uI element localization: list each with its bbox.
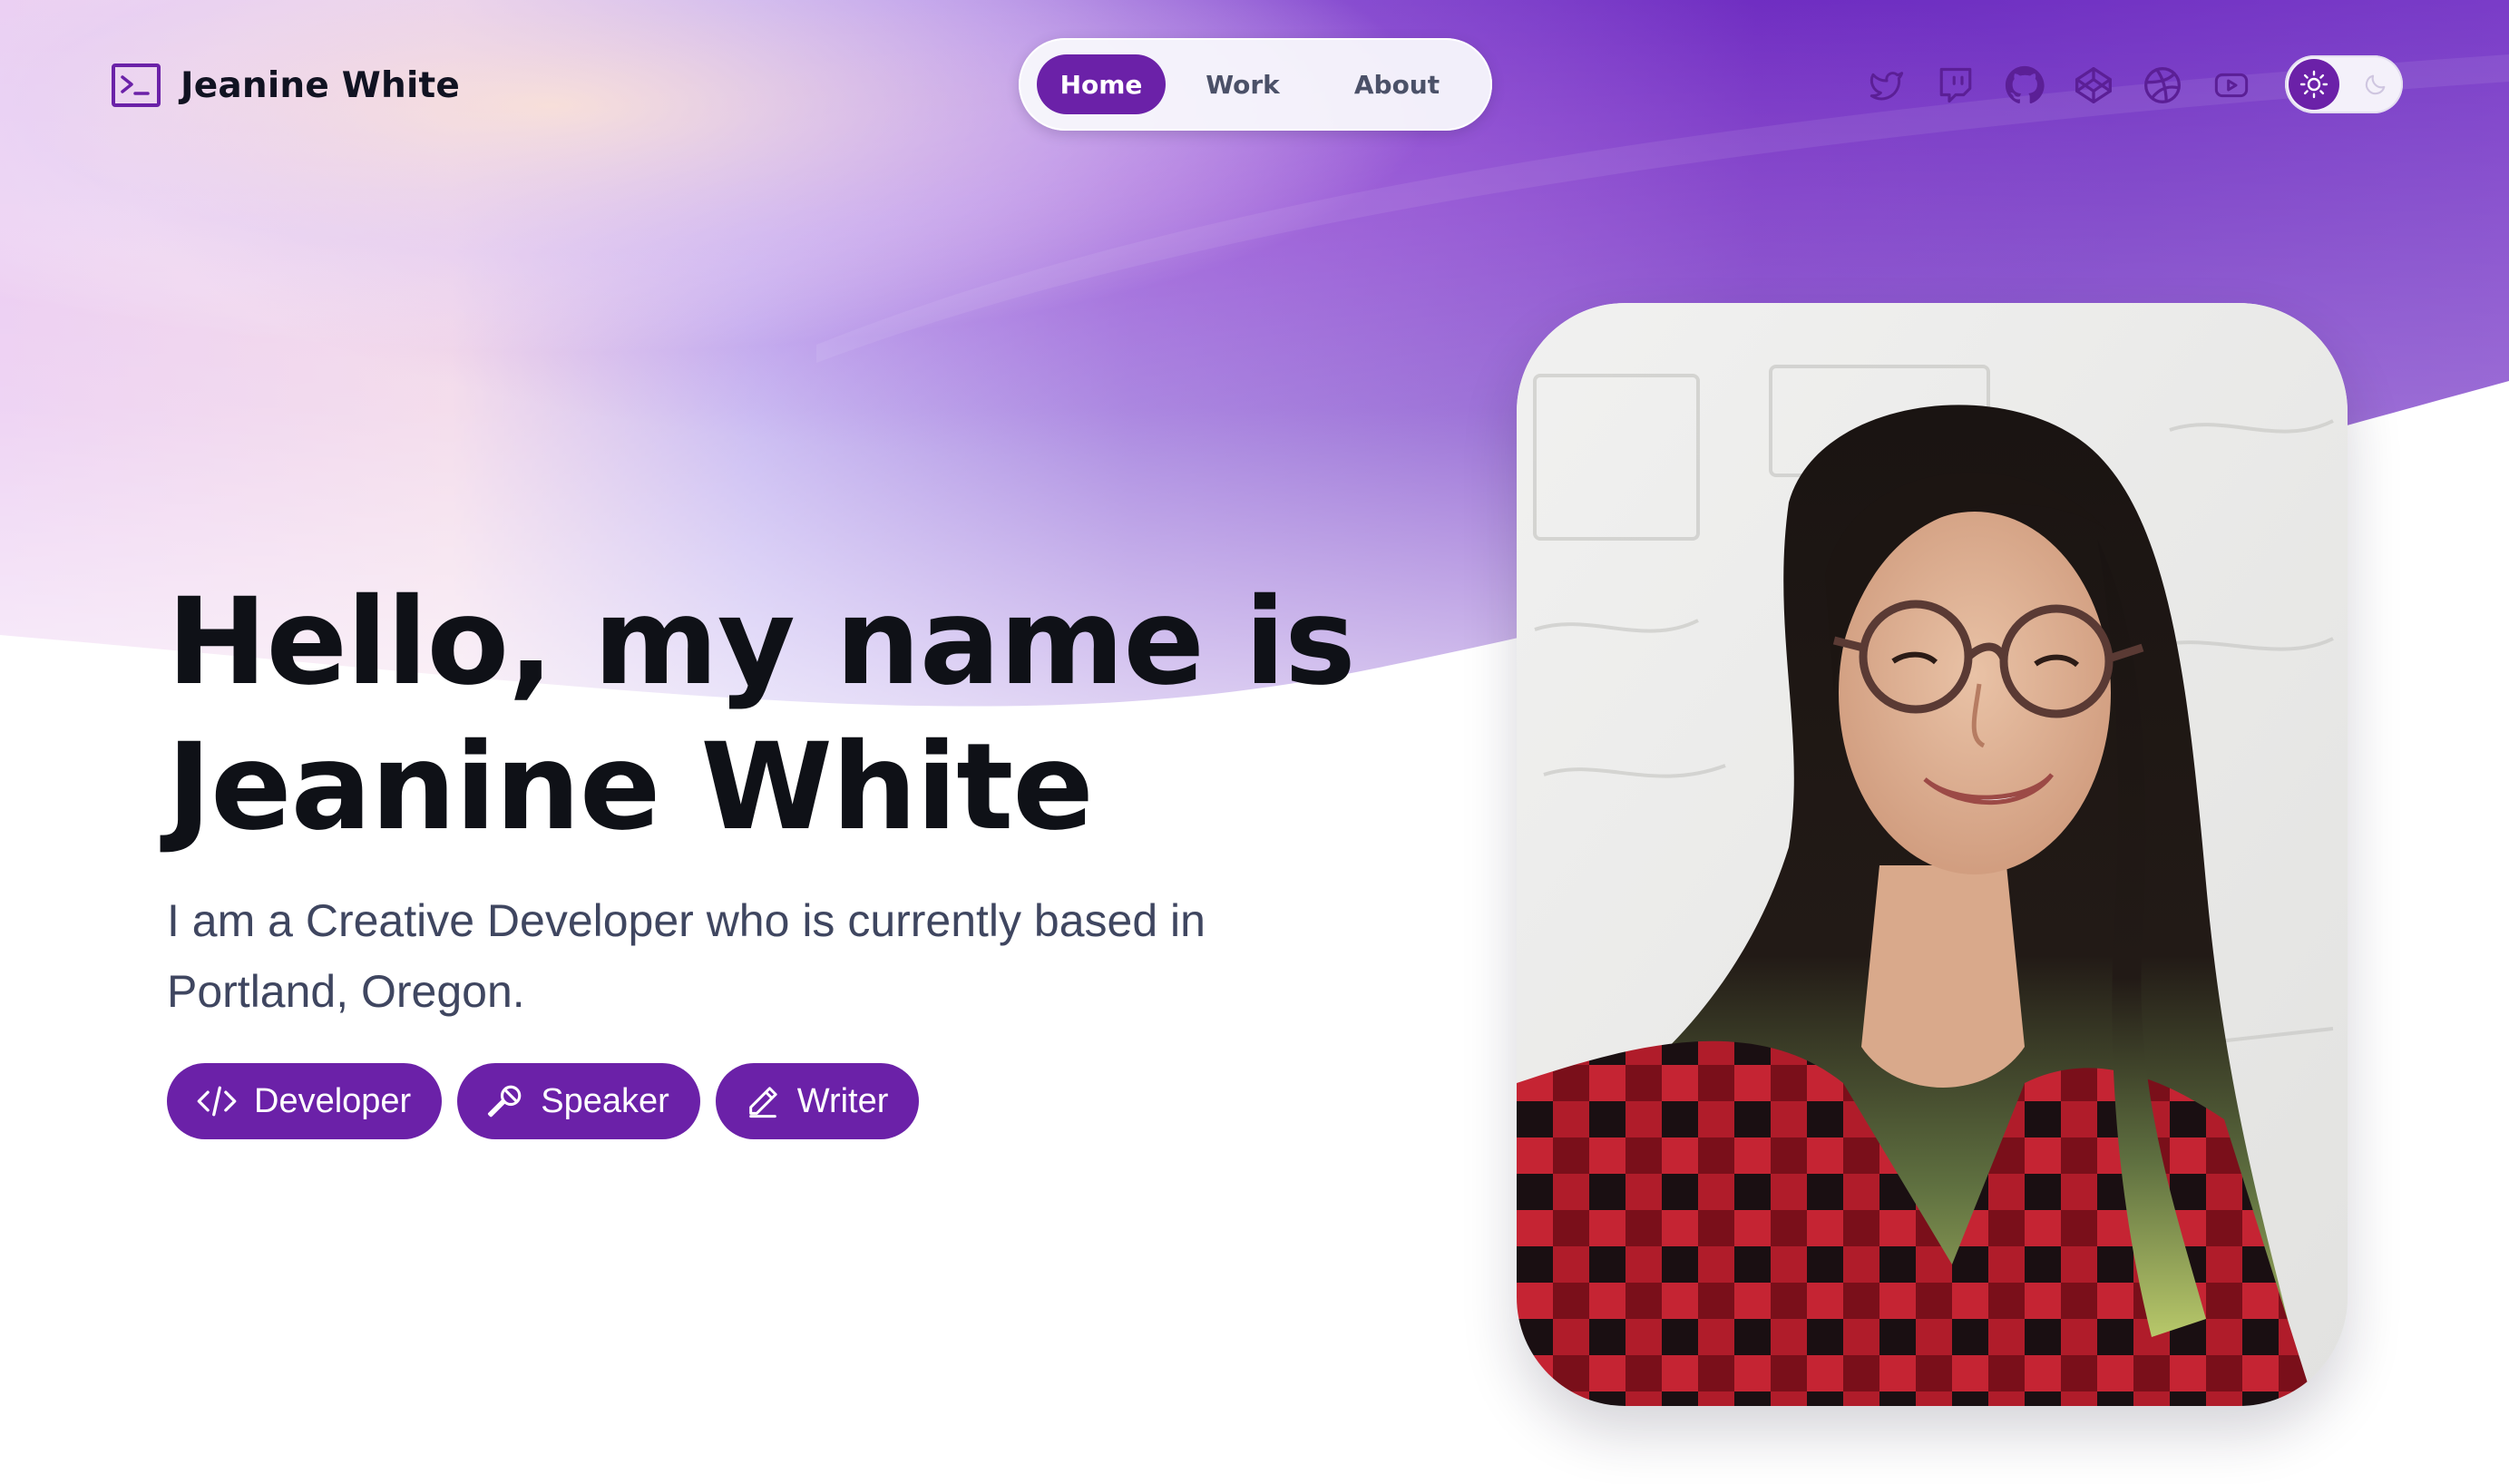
nav-home[interactable]: Home [1037, 54, 1166, 114]
chip-label: Writer [796, 1081, 889, 1120]
dribbble-icon[interactable] [2139, 62, 2186, 109]
main-nav: Home Work About [1019, 38, 1492, 131]
profile-photo [1517, 303, 2348, 1406]
developer-chip[interactable]: Developer [167, 1063, 443, 1139]
chip-label: Developer [254, 1081, 412, 1120]
site-logo[interactable]: Jeanine White [112, 60, 460, 111]
hero-title-line-2: Jeanine White [167, 718, 1094, 857]
role-chips: Developer Speaker Writer [167, 1063, 1346, 1139]
nav-about[interactable]: About [1320, 54, 1474, 114]
chip-label: Speaker [541, 1081, 669, 1120]
hero-title-line-1: Hello, my name is [167, 572, 1356, 712]
hero-title: Hello, my name is Jeanine White [167, 570, 1356, 860]
microphone-icon [488, 1085, 522, 1118]
twitch-icon[interactable] [1932, 62, 1979, 109]
page: Jeanine White Home Work About Hello, my … [0, 0, 2509, 1484]
hero-section: Hello, my name is Jeanine White I am a C… [167, 570, 1356, 1139]
social-links [1863, 62, 2277, 109]
writer-chip[interactable]: Writer [715, 1063, 920, 1139]
hero-subtitle: I am a Creative Developer who is current… [167, 895, 1206, 1017]
codepen-icon[interactable] [2070, 62, 2117, 109]
sun-icon [2289, 59, 2339, 110]
github-icon[interactable] [2001, 62, 2048, 109]
youtube-icon[interactable] [2208, 62, 2255, 109]
site-header: Jeanine White Home Work About [0, 0, 2509, 172]
nav-work[interactable]: Work [1166, 54, 1320, 114]
terminal-icon [112, 63, 161, 107]
pencil-icon [748, 1087, 777, 1118]
twitter-icon[interactable] [1863, 62, 1910, 109]
moon-icon [2361, 70, 2390, 99]
theme-toggle[interactable] [2285, 55, 2403, 113]
site-name: Jeanine White [181, 64, 461, 106]
code-icon [197, 1086, 237, 1117]
speaker-chip[interactable]: Speaker [457, 1063, 700, 1139]
